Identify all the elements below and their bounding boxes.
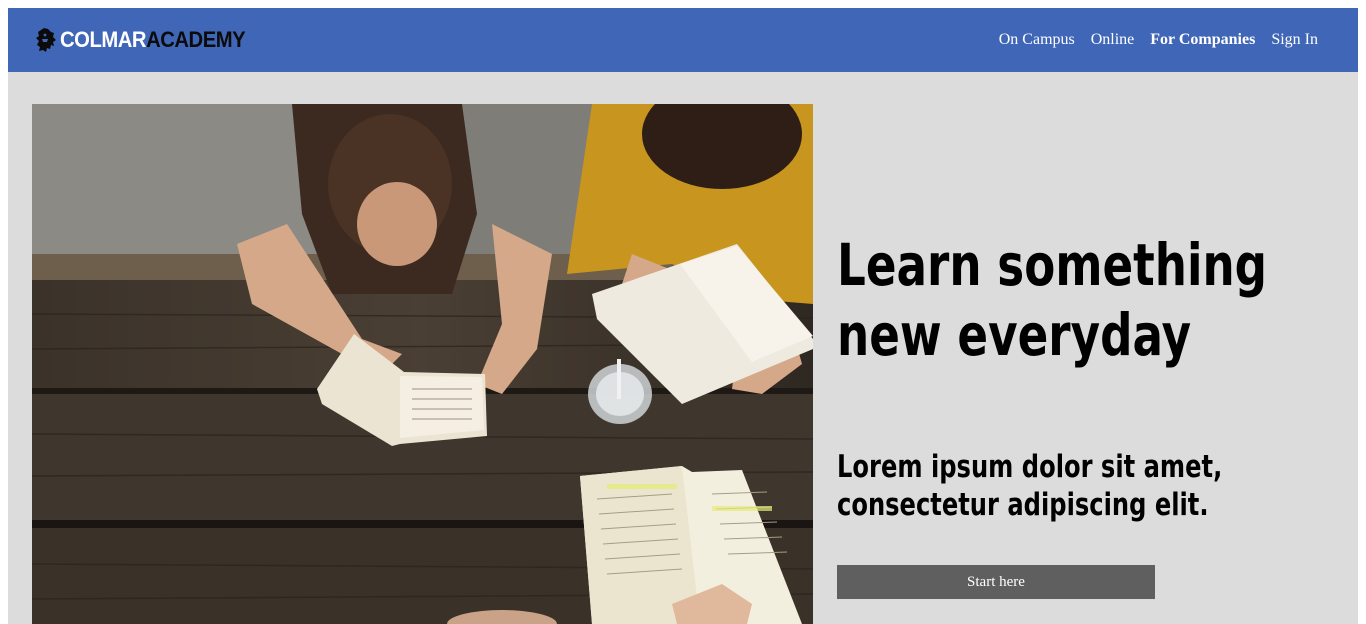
logo-wordmark: COLMARACADEMY (60, 27, 246, 53)
hero-headline: Learn something new everyday (837, 231, 1268, 369)
students-studying-photo (32, 104, 813, 624)
start-here-button[interactable]: Start here (837, 565, 1155, 599)
nav-sign-in[interactable]: Sign In (1271, 31, 1318, 49)
nav-for-companies[interactable]: For Companies (1150, 31, 1255, 49)
lion-crest-icon (36, 28, 56, 52)
nav-online[interactable]: Online (1091, 31, 1135, 49)
hero-image (32, 104, 813, 624)
logo-wordmark-part1: COLMAR (60, 27, 147, 52)
brand-logo[interactable]: COLMARACADEMY (35, 26, 261, 54)
logo-wordmark-part2: ACADEMY (146, 27, 246, 52)
page-frame: COLMARACADEMY On Campus Online For Compa… (8, 8, 1358, 624)
main-nav: On Campus Online For Companies Sign In (999, 8, 1318, 72)
hero-subheadline: Lorem ipsum dolor sit amet, consectetur … (837, 449, 1223, 523)
nav-on-campus[interactable]: On Campus (999, 31, 1075, 49)
top-navbar: COLMARACADEMY On Campus Online For Compa… (8, 8, 1358, 72)
